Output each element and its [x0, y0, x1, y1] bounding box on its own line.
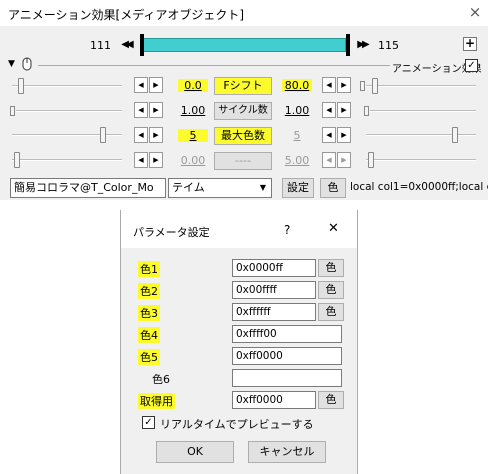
spin-left-down[interactable]: ◀ [134, 127, 148, 143]
param-field-color1[interactable]: 0x0000ff [232, 259, 316, 277]
slider-track-right[interactable] [370, 110, 476, 112]
effect-select[interactable]: 簡易コロラマ@T_Color_Mo [10, 178, 166, 198]
slider-thumb-right[interactable] [452, 127, 458, 143]
spin-left-down[interactable]: ◀ [134, 152, 148, 168]
param-label-color3: 色3 [138, 305, 160, 321]
collapse-triangle-icon[interactable]: ▼ [8, 59, 15, 69]
settings-button[interactable]: 設定 [282, 178, 314, 198]
help-button[interactable]: ? [284, 223, 290, 237]
param-label-color1: 色1 [138, 261, 160, 277]
value-right[interactable]: 5.00 [282, 154, 312, 167]
slider-thumb-left[interactable] [100, 127, 106, 143]
realtime-preview-label: リアルタイムでプレビューする [160, 418, 314, 431]
effect-select-value: 簡易コロラマ@T_Color_Mo [14, 181, 154, 194]
spin-right-up[interactable]: ▶ [337, 77, 351, 93]
add-keyframe-button[interactable]: + [463, 37, 477, 51]
color-pick-button-1[interactable]: 色 [318, 259, 344, 277]
param-field-color2[interactable]: 0x00ffff [232, 281, 316, 299]
realtime-preview-checkbox[interactable]: ✓ [142, 416, 155, 429]
spin-left-down[interactable]: ◀ [134, 77, 148, 93]
param-field-color5[interactable]: 0xff0000 [232, 347, 342, 365]
mouse-icon [22, 57, 32, 71]
param-field-color3[interactable]: 0xffffff [232, 303, 316, 321]
frame-start: 111 [90, 39, 111, 52]
slider-track-left[interactable] [12, 85, 122, 87]
value-right[interactable]: 5 [282, 129, 312, 142]
spin-left-up[interactable]: ▶ [149, 152, 163, 168]
spin-right-up[interactable]: ▶ [337, 127, 351, 143]
slider-track-right[interactable] [366, 134, 476, 136]
spin-left-up[interactable]: ▶ [149, 77, 163, 93]
param-field-capture[interactable]: 0xff0000 [232, 391, 316, 409]
script-text: local col1=0x0000ff;local c [350, 181, 488, 193]
spin-right-down[interactable]: ◀ [322, 102, 336, 118]
param-label-color5: 色5 [138, 349, 160, 365]
spin-right-up[interactable]: ▶ [337, 102, 351, 118]
color-pick-button-3[interactable]: 色 [318, 303, 344, 321]
spin-right-down[interactable]: ◀ [322, 77, 336, 93]
value-right[interactable]: 80.0 [282, 79, 312, 92]
param-label-capture: 取得用 [138, 393, 175, 409]
spin-left-up[interactable]: ▶ [149, 127, 163, 143]
slider-track-left[interactable] [12, 159, 122, 161]
param-label-color6: 色6 [152, 373, 170, 386]
mode-select-value: テイム [172, 181, 205, 194]
param-button-disabled[interactable]: ---- [214, 152, 272, 170]
timeline-range-bar[interactable] [142, 38, 346, 52]
value-left[interactable]: 1.00 [178, 104, 208, 117]
color-pick-button-2[interactable]: 色 [318, 281, 344, 299]
value-right[interactable]: 1.00 [282, 104, 312, 117]
slider-track-right[interactable] [366, 159, 476, 161]
ok-button[interactable]: OK [156, 441, 234, 463]
dialog-title: パラメータ設定 [133, 226, 210, 239]
value-left[interactable]: 0.00 [178, 154, 208, 167]
slider-thumb-left[interactable] [18, 78, 24, 94]
slider-thumb-left-small[interactable] [10, 106, 15, 116]
timeline-start-handle[interactable] [140, 34, 144, 56]
param-label-color4: 色4 [138, 327, 160, 343]
spin-right-down[interactable]: ◀ [322, 127, 336, 143]
prev-frame-button[interactable]: ◀◀ [116, 36, 136, 54]
value-left[interactable]: 5 [178, 129, 208, 142]
cancel-button[interactable]: キャンセル [248, 441, 326, 463]
slider-track-right[interactable] [366, 85, 476, 87]
anim-effect-checkbox[interactable]: ✓ [465, 59, 478, 72]
param-field-color4[interactable]: 0xffff00 [232, 325, 342, 343]
dialog-close-button[interactable]: ✕ [328, 221, 339, 236]
chevron-down-icon[interactable]: ▼ [256, 180, 270, 196]
slider-thumb-right[interactable] [368, 152, 374, 168]
window-title: アニメーション効果[メディアオブジェクト] [8, 8, 245, 22]
animation-effect-window [0, 0, 488, 200]
slider-thumb-left[interactable] [14, 152, 20, 168]
timeline-end-handle[interactable] [346, 34, 350, 56]
slider-track-left[interactable] [16, 110, 122, 112]
next-frame-button[interactable]: ▶▶ [352, 36, 372, 54]
header-divider [38, 65, 390, 66]
window-close-button[interactable]: × [466, 2, 484, 22]
slider-thumb-right[interactable] [372, 78, 378, 94]
color-button[interactable]: 色 [320, 178, 346, 198]
spin-left-up[interactable]: ▶ [149, 102, 163, 118]
slider-thumb-right-small[interactable] [360, 81, 365, 91]
spin-left-down[interactable]: ◀ [134, 102, 148, 118]
color-pick-button-capture[interactable]: 色 [318, 391, 344, 409]
param-button-cycles[interactable]: サイクル数 [214, 102, 272, 120]
frame-end: 115 [378, 39, 399, 52]
slider-thumb-right-small[interactable] [364, 106, 369, 116]
spin-right-up[interactable]: ▶ [337, 152, 351, 168]
param-field-color6[interactable] [232, 369, 342, 387]
param-button-max-colors[interactable]: 最大色数 [214, 127, 272, 145]
value-left[interactable]: 0.0 [178, 79, 208, 92]
param-button-fshift[interactable]: Fシフト [214, 77, 272, 95]
param-label-color2: 色2 [138, 283, 160, 299]
spin-right-down[interactable]: ◀ [322, 152, 336, 168]
